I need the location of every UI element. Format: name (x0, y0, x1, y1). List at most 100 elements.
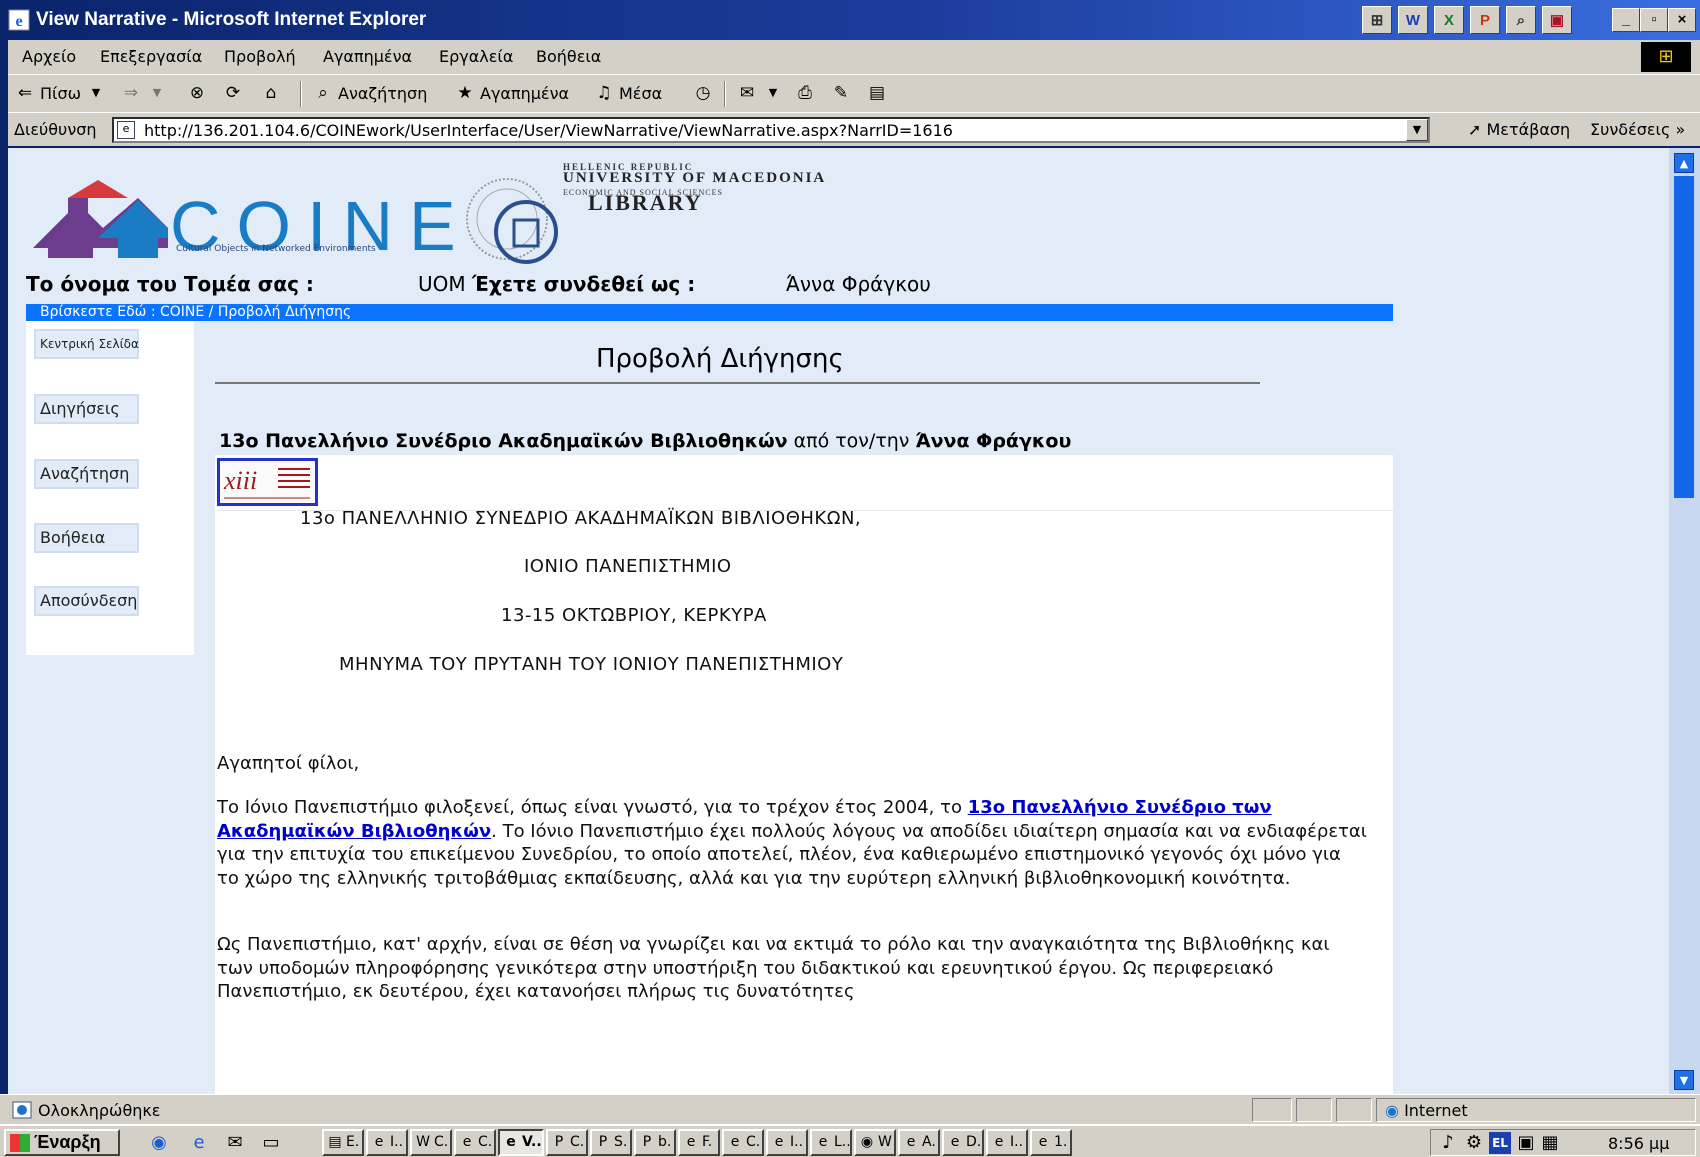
office-shortcut-icon[interactable]: ⊞ (1362, 6, 1392, 34)
conference-logo-image[interactable]: xiii (217, 458, 318, 506)
nav-help[interactable]: Βοήθεια (34, 523, 139, 553)
desktop-icon[interactable]: ▭ (260, 1132, 282, 1154)
outlook-icon[interactable]: ✉ (224, 1132, 246, 1154)
coine-subtitle: Cultural Objects in Networked Environmen… (176, 244, 376, 254)
nav-home[interactable]: Κεντρική Σελίδα (34, 329, 139, 359)
search-button[interactable]: ⌕ Αναζήτηση (312, 82, 427, 104)
taskbar-item[interactable]: ◉ W (854, 1129, 896, 1156)
stop-button[interactable]: ⊗ (186, 82, 208, 104)
conference-logo-graphic: xiii (223, 466, 310, 499)
edit-button[interactable]: ✎ (830, 82, 852, 104)
excel-icon[interactable]: X (1434, 6, 1464, 34)
taskbar-item-active[interactable]: e V.. (498, 1129, 544, 1156)
print-button[interactable]: ⎙ (794, 82, 816, 104)
logged-in-label: Έχετε συνδεθεί ως : (472, 272, 696, 296)
taskbar-item[interactable]: e C. (722, 1129, 764, 1156)
taskbar-item-label: 1. (1054, 1134, 1068, 1150)
history-button[interactable]: ◷ (692, 82, 714, 104)
ie-icon: e (906, 1134, 916, 1150)
refresh-icon: ⟳ (225, 83, 241, 103)
taskbar-item-label: S. (614, 1134, 628, 1150)
media-player-icon[interactable]: ◉ (148, 1132, 170, 1154)
network-icon[interactable]: ⚙ (1463, 1132, 1485, 1154)
taskbar-item[interactable]: e D. (942, 1129, 984, 1156)
forward-button[interactable]: ⇒ ▼ (120, 82, 168, 104)
dropdown-icon[interactable]: ▼ (85, 82, 107, 104)
powerpoint-icon[interactable]: P (1470, 6, 1500, 34)
start-label: Έναρξη (34, 1132, 101, 1152)
menu-help[interactable]: Βοήθεια (536, 47, 601, 66)
dropdown-icon[interactable]: ▼ (146, 82, 168, 104)
nav-narratives[interactable]: Διηγήσεις (34, 394, 139, 424)
volume-icon[interactable]: ♪ (1437, 1132, 1459, 1154)
scroll-thumb[interactable] (1674, 176, 1694, 498)
start-button[interactable]: Έναρξη (4, 1129, 120, 1156)
vertical-scrollbar[interactable]: ▲ ▼ (1669, 148, 1700, 1094)
dropdown-icon[interactable]: ▼ (762, 82, 784, 104)
dates-heading: 13-15 ΟΚΤΩΒΡΙΟΥ, ΚΕΡΚΥΡΑ (501, 605, 767, 626)
back-button[interactable]: ⇐ Πίσω ▼ (14, 82, 107, 104)
taskbar-item[interactable]: Pb. (634, 1129, 676, 1156)
minimize-button[interactable]: _ (1612, 8, 1640, 32)
menu-favorites[interactable]: Αγαπημένα (323, 47, 412, 66)
taskbar-item[interactable]: e I.. (986, 1129, 1028, 1156)
maximize-button[interactable]: ▫ (1640, 8, 1668, 32)
ie-quicklaunch-icon[interactable]: e (188, 1132, 210, 1154)
taskbar-item[interactable]: e I.. (766, 1129, 808, 1156)
tray-app-icon[interactable]: ▦ (1539, 1132, 1561, 1154)
nav-logout[interactable]: Αποσύνδεση (34, 586, 139, 616)
refresh-button[interactable]: ⟳ (222, 82, 244, 104)
ie-icon: e (506, 1134, 516, 1150)
media-button[interactable]: ♫ Μέσα (593, 82, 662, 104)
search-app-icon[interactable]: ⌕ (1506, 6, 1536, 34)
address-dropdown[interactable]: ▼ (1406, 119, 1428, 141)
photo-app-icon[interactable]: ▣ (1542, 6, 1572, 34)
user-name: Άννα Φράγκου (786, 272, 931, 296)
links-label: Συνδέσεις (1590, 120, 1671, 139)
home-button[interactable]: ⌂ (260, 82, 282, 104)
media-icon: ♫ (596, 83, 612, 103)
taskbar-item-label: F. (702, 1134, 713, 1150)
status-text: Ολοκληρώθηκε (38, 1101, 161, 1120)
word-icon[interactable]: W (1398, 6, 1428, 34)
address-input[interactable]: e http://136.201.104.6/COINEwork/UserInt… (112, 117, 1430, 143)
discuss-button[interactable]: ▤ (866, 82, 888, 104)
taskbar-item[interactable]: e 1. (1030, 1129, 1072, 1156)
menu-edit[interactable]: Επεξεργασία (100, 47, 202, 66)
taskbar-item-label: E. (346, 1134, 360, 1150)
mail-button[interactable]: ✉ ▼ (736, 82, 784, 104)
favorites-button[interactable]: ★ Αγαπημένα (454, 82, 569, 104)
ie-icon: e (774, 1134, 784, 1150)
taskbar-item-label: C. (570, 1134, 585, 1150)
scroll-down-button[interactable]: ▼ (1674, 1070, 1694, 1090)
taskbar-item-label: C. (746, 1134, 761, 1150)
links-button[interactable]: Συνδέσεις » (1590, 120, 1685, 139)
coine-house-logo (33, 180, 168, 258)
nav-search[interactable]: Αναζήτηση (34, 459, 139, 489)
taskbar-item[interactable]: P S. (590, 1129, 632, 1156)
scroll-up-button[interactable]: ▲ (1674, 153, 1694, 173)
go-button[interactable]: ➚ Μετάβαση (1468, 120, 1570, 139)
taskbar-item[interactable]: ▤ E. (322, 1129, 364, 1156)
taskbar-item[interactable]: e F. (678, 1129, 720, 1156)
menu-file[interactable]: Αρχείο (22, 47, 76, 66)
go-arrow-icon: ➚ (1468, 120, 1482, 139)
taskbar-item[interactable]: e C. (454, 1129, 496, 1156)
media-label: Μέσα (619, 83, 663, 103)
language-indicator[interactable]: EL (1489, 1132, 1511, 1154)
mail-icon: ✉ (739, 83, 755, 103)
favorites-icon: ★ (457, 83, 473, 103)
taskbar-item[interactable]: e L.. (810, 1129, 852, 1156)
close-button[interactable]: × (1668, 8, 1696, 32)
taskbar-item[interactable]: e A. (898, 1129, 940, 1156)
menu-view[interactable]: Προβολή (224, 47, 296, 66)
edit-icon: ✎ (833, 83, 849, 103)
display-icon[interactable]: ▣ (1515, 1132, 1537, 1154)
forward-arrow-icon: ⇒ (123, 83, 139, 103)
taskbar-item[interactable]: e I.. (366, 1129, 408, 1156)
address-url[interactable]: http://136.201.104.6/COINEwork/UserInter… (144, 121, 953, 140)
taskbar-item[interactable]: P C. (546, 1129, 588, 1156)
ie-icon: e (686, 1134, 696, 1150)
menu-tools[interactable]: Εργαλεία (439, 47, 513, 66)
taskbar-item[interactable]: W C. (410, 1129, 452, 1156)
